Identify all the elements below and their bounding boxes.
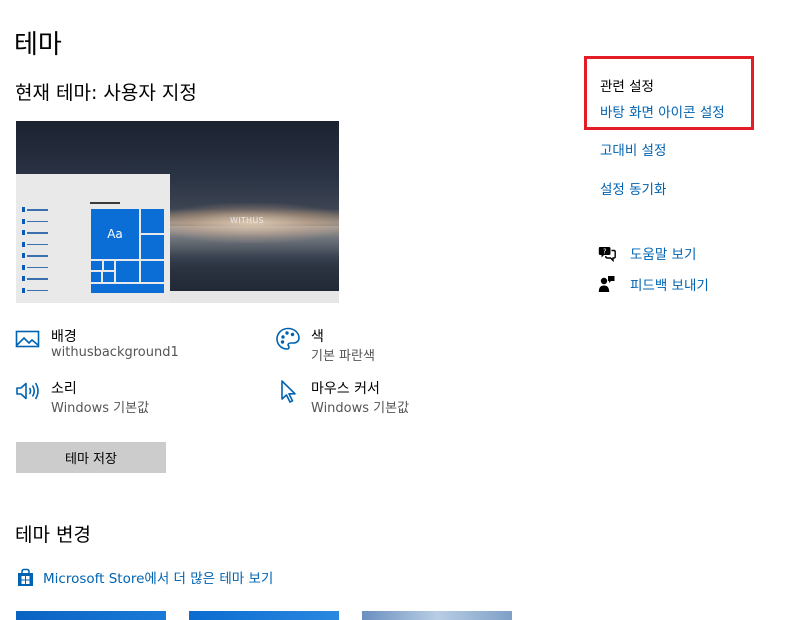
setting-sound-value: Windows 기본값 bbox=[51, 401, 150, 416]
setting-color-name: 색 bbox=[311, 329, 324, 345]
desktop-icon-settings-link[interactable]: 바탕 화면 아이콘 설정 bbox=[600, 101, 725, 121]
preview-list-lines bbox=[22, 204, 48, 296]
setting-sound-name: 소리 bbox=[51, 381, 77, 397]
preview-aa-tile: Aa bbox=[90, 208, 140, 260]
sync-settings-link[interactable]: 설정 동기화 bbox=[600, 178, 666, 198]
setting-background[interactable]: 배경 withusbackground1 bbox=[15, 326, 235, 366]
store-link[interactable]: Microsoft Store에서 더 많은 테마 보기 bbox=[16, 567, 273, 587]
send-feedback-label: 피드백 보내기 bbox=[630, 278, 709, 294]
preview-tiles: Aa bbox=[90, 208, 165, 294]
setting-color-value: 기본 파란색 bbox=[311, 349, 375, 364]
current-theme-title: 현재 테마: 사용자 지정 bbox=[15, 82, 197, 104]
change-theme-title: 테마 변경 bbox=[15, 524, 91, 546]
high-contrast-settings-link[interactable]: 고대비 설정 bbox=[600, 139, 666, 159]
theme-thumbnail-3[interactable] bbox=[362, 611, 512, 620]
setting-background-name: 배경 bbox=[51, 329, 77, 345]
store-bag-icon bbox=[16, 568, 35, 587]
setting-cursor-value: Windows 기본값 bbox=[311, 401, 410, 416]
page-title: 테마 bbox=[14, 30, 62, 60]
preview-bottom-strip bbox=[170, 291, 339, 303]
setting-background-value: withusbackground1 bbox=[51, 345, 179, 360]
save-theme-button[interactable]: 테마 저장 bbox=[16, 442, 166, 473]
help-chat-icon: ? bbox=[598, 244, 616, 263]
speaker-icon bbox=[15, 378, 41, 404]
picture-icon bbox=[15, 326, 41, 352]
svg-text:?: ? bbox=[603, 248, 607, 256]
store-link-label: Microsoft Store에서 더 많은 테마 보기 bbox=[43, 571, 274, 587]
related-settings-title: 관련 설정 bbox=[600, 79, 654, 95]
preview-reflection bbox=[166, 226, 339, 256]
palette-icon bbox=[275, 326, 301, 352]
setting-sound[interactable]: 소리 Windows 기본값 bbox=[15, 378, 235, 418]
pointer-icon bbox=[275, 378, 301, 404]
setting-cursor[interactable]: 마우스 커서 Windows 기본값 bbox=[275, 378, 495, 418]
feedback-person-icon bbox=[598, 275, 616, 293]
send-feedback-link[interactable]: 피드백 보내기 bbox=[598, 274, 709, 294]
setting-color[interactable]: 색 기본 파란색 bbox=[275, 326, 495, 366]
theme-thumbnail-2[interactable] bbox=[189, 611, 339, 620]
theme-preview: WITHUS Aa bbox=[16, 121, 339, 303]
setting-cursor-name: 마우스 커서 bbox=[311, 381, 380, 397]
preview-window-header bbox=[90, 202, 120, 204]
get-help-label: 도움말 보기 bbox=[630, 247, 697, 263]
preview-watermark: WITHUS bbox=[230, 216, 264, 225]
theme-thumbnail-1[interactable] bbox=[16, 611, 166, 620]
preview-window: Aa bbox=[16, 174, 170, 303]
get-help-link[interactable]: ? 도움말 보기 bbox=[598, 243, 696, 263]
